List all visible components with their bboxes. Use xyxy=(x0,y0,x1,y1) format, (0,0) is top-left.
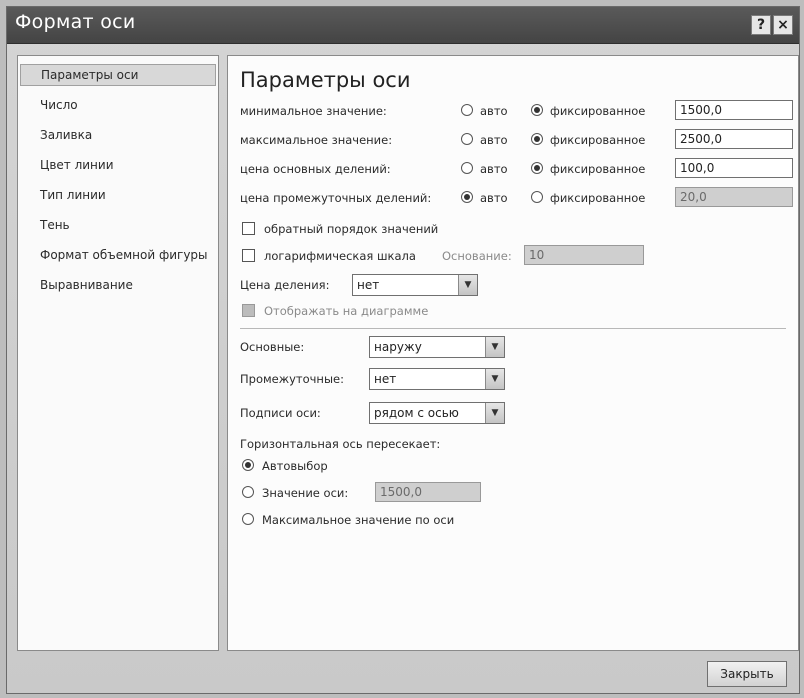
crosses-value-input[interactable]: 1500,0 xyxy=(375,482,481,502)
minor-unit-label: цена промежуточных делений: xyxy=(240,191,432,205)
nav-item-line-color[interactable]: Цвет линии xyxy=(20,154,216,176)
minimum-label: минимальное значение: xyxy=(240,104,387,118)
log-scale-label: логарифмическая шкала xyxy=(264,249,416,263)
maximum-fixed-radio[interactable] xyxy=(531,133,543,145)
axis-labels-value: рядом с осью xyxy=(374,406,459,420)
major-ticks-label: Основные: xyxy=(240,340,305,354)
reverse-order-checkbox[interactable] xyxy=(242,222,255,235)
nav-item-line-style[interactable]: Тип линии xyxy=(20,184,216,206)
close-button[interactable]: Закрыть xyxy=(707,661,787,687)
chevron-down-icon: ▼ xyxy=(485,369,504,389)
display-units-select[interactable]: нет ▼ xyxy=(352,274,478,296)
maximum-auto-label: авто xyxy=(480,133,508,147)
axis-crosses-label: Горизонтальная ось пересекает: xyxy=(240,437,441,451)
minimum-auto-radio[interactable] xyxy=(461,104,473,116)
minor-unit-auto-radio[interactable] xyxy=(461,191,473,203)
log-base-input[interactable]: 10 xyxy=(524,245,644,265)
major-unit-label: цена основных делений: xyxy=(240,162,391,176)
nav-item-number[interactable]: Число xyxy=(20,94,216,116)
major-unit-fixed-radio[interactable] xyxy=(531,162,543,174)
minimum-value-input[interactable]: 1500,0 xyxy=(675,100,793,120)
crosses-value-label: Значение оси: xyxy=(262,486,349,500)
crosses-max-radio[interactable] xyxy=(242,513,254,525)
axis-labels-select[interactable]: рядом с осью ▼ xyxy=(369,402,505,424)
separator xyxy=(240,328,786,329)
minor-unit-value-input[interactable]: 20,0 xyxy=(675,187,793,207)
minor-unit-auto-label: авто xyxy=(480,191,508,205)
minor-unit-fixed-radio[interactable] xyxy=(531,191,543,203)
maximum-label: максимальное значение: xyxy=(240,133,393,147)
minor-ticks-value: нет xyxy=(374,372,397,386)
reverse-order-label: обратный порядок значений xyxy=(264,222,439,236)
nav-item-shadow[interactable]: Тень xyxy=(20,214,216,236)
nav-item-alignment[interactable]: Выравнивание xyxy=(20,274,216,296)
minor-ticks-select[interactable]: нет ▼ xyxy=(369,368,505,390)
log-scale-checkbox[interactable] xyxy=(242,249,255,262)
chevron-down-icon: ▼ xyxy=(485,403,504,423)
minimum-auto-label: авто xyxy=(480,104,508,118)
chevron-down-icon: ▼ xyxy=(485,337,504,357)
major-unit-auto-label: авто xyxy=(480,162,508,176)
title-bar: Формат оси ? × xyxy=(7,7,799,44)
format-axis-dialog: Формат оси ? × Параметры оси Число Залив… xyxy=(6,6,800,694)
show-on-chart-label: Отображать на диаграмме xyxy=(264,304,429,318)
crosses-value-radio[interactable] xyxy=(242,486,254,498)
help-button[interactable]: ? xyxy=(751,15,771,35)
section-heading: Параметры оси xyxy=(240,68,411,92)
crosses-max-label: Максимальное значение по оси xyxy=(262,513,455,527)
minor-ticks-label: Промежуточные: xyxy=(240,372,344,386)
nav-item-axis-options[interactable]: Параметры оси xyxy=(20,64,216,86)
display-units-value: нет xyxy=(357,278,380,292)
axis-options-panel: Параметры оси минимальное значение: авто… xyxy=(227,55,799,651)
chevron-down-icon: ▼ xyxy=(458,275,477,295)
axis-labels-label: Подписи оси: xyxy=(240,406,321,420)
nav-item-fill[interactable]: Заливка xyxy=(20,124,216,146)
major-unit-value-input[interactable]: 100,0 xyxy=(675,158,793,178)
dialog-title: Формат оси xyxy=(15,11,136,33)
minimum-fixed-radio[interactable] xyxy=(531,104,543,116)
crosses-auto-label: Автовыбор xyxy=(262,459,328,473)
maximum-auto-radio[interactable] xyxy=(461,133,473,145)
minor-unit-fixed-label: фиксированное xyxy=(550,191,646,205)
maximum-fixed-label: фиксированное xyxy=(550,133,646,147)
major-unit-fixed-label: фиксированное xyxy=(550,162,646,176)
display-units-label: Цена деления: xyxy=(240,278,330,292)
major-ticks-select[interactable]: наружу ▼ xyxy=(369,336,505,358)
minimum-fixed-label: фиксированное xyxy=(550,104,646,118)
major-ticks-value: наружу xyxy=(374,340,422,354)
close-icon[interactable]: × xyxy=(773,15,793,35)
show-on-chart-checkbox[interactable] xyxy=(242,304,255,317)
major-unit-auto-radio[interactable] xyxy=(461,162,473,174)
log-base-label: Основание: xyxy=(442,249,512,263)
crosses-auto-radio[interactable] xyxy=(242,459,254,471)
maximum-value-input[interactable]: 2500,0 xyxy=(675,129,793,149)
category-nav: Параметры оси Число Заливка Цвет линии Т… xyxy=(17,55,219,651)
nav-item-3d-format[interactable]: Формат объемной фигуры xyxy=(20,244,216,266)
